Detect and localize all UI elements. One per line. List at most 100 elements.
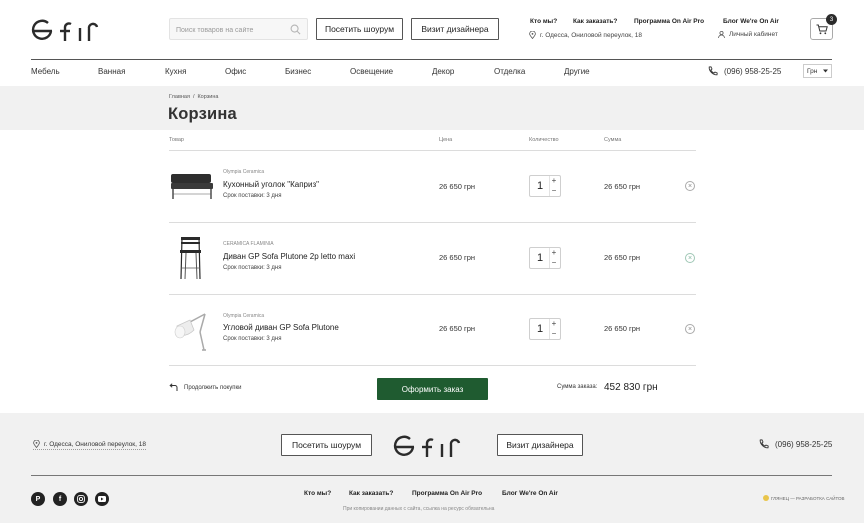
continue-shopping-link[interactable]: Продолжить покупки [169,383,241,392]
site-logo[interactable] [31,14,111,44]
footer-phone[interactable]: (096) 958-25-25 [759,439,832,449]
column-header-quantity: Количество [529,137,559,143]
order-total-label: Сумма заказа: [557,384,598,390]
footer-link-on-air-pro[interactable]: Программа On Air Pro [412,490,482,497]
remove-item-button[interactable]: × [685,324,695,334]
nav-item-lighting[interactable]: Освещение [350,67,393,76]
checkout-button[interactable]: Оформить заказ [377,378,488,400]
visit-showroom-button[interactable]: Посетить шоурум [316,18,403,40]
page-title: Корзина [168,105,237,123]
search-input[interactable] [170,20,285,41]
product-price: 26 650 грн [439,182,476,191]
search-icon[interactable] [290,24,301,35]
top-link-blog[interactable]: Блог We're On Air [723,18,779,25]
page-header-band [0,86,864,130]
quantity-value[interactable]: 1 [537,252,543,264]
nav-item-other[interactable]: Другие [564,67,590,76]
top-link-how-to-order[interactable]: Как заказать? [573,18,617,25]
quantity-increase-button[interactable]: + [550,249,558,257]
product-delivery: Срок поставки: 3 дня [223,265,282,271]
nav-item-decor[interactable]: Декор [432,67,454,76]
quantity-value[interactable]: 1 [537,323,543,335]
remove-item-button[interactable]: × [685,181,695,191]
youtube-icon[interactable] [95,492,109,506]
quantity-stepper[interactable]: 1 + − [529,247,561,269]
top-link-about[interactable]: Кто мы? [530,18,557,25]
return-arrow-icon [169,383,178,391]
user-icon [718,31,725,38]
product-sum: 26 650 грн [604,253,641,262]
product-name[interactable]: Диван GP Sofa Plutone 2p letto maxi [223,252,355,261]
header-phone[interactable]: (096) 958-25-25 [708,66,781,76]
personal-cabinet-link[interactable]: Личный кабинет [718,31,778,38]
footer-visit-showroom-button[interactable]: Посетить шоурум [281,434,372,456]
table-divider [169,222,696,223]
nav-item-furniture[interactable]: Мебель [31,67,60,76]
product-delivery: Срок поставки: 3 дня [223,193,282,199]
footer-phone-number: (096) 958-25-25 [775,439,833,449]
top-link-on-air-pro[interactable]: Программа On Air Pro [634,18,704,25]
footer-link-about[interactable]: Кто мы? [304,490,331,497]
location-pin-icon [529,31,536,39]
table-divider [169,150,696,151]
personal-cabinet-label: Личный кабинет [729,31,778,38]
quantity-stepper[interactable]: 1 + − [529,175,561,197]
product-image-lamp[interactable] [172,308,210,352]
location-pin-icon [33,440,40,448]
product-brand: Olympia Ceramica [223,313,265,319]
currency-value: Грн [807,67,818,75]
product-price: 26 650 грн [439,253,476,262]
column-header-product: Товар [169,137,184,143]
nav-item-business[interactable]: Бизнес [285,67,311,76]
breadcrumb-home[interactable]: Главная [169,94,190,100]
product-price: 26 650 грн [439,324,476,333]
developer-logo-icon [763,495,769,501]
nav-item-office[interactable]: Офис [225,67,246,76]
product-image-corner-bench[interactable] [169,170,215,201]
footer-designer-visit-button[interactable]: Визит дизайнера [497,434,583,456]
continue-shopping-label: Продолжить покупки [184,384,242,391]
search-box[interactable] [169,18,308,41]
quantity-stepper[interactable]: 1 + − [529,318,561,340]
header-address[interactable]: г. Одесса, Ониловой переулок, 18 [529,31,642,39]
quantity-decrease-button[interactable]: − [550,330,558,338]
footer-divider [31,475,832,476]
currency-select[interactable]: Грн [803,64,832,78]
product-image-bar-stool[interactable] [176,236,206,280]
instagram-icon[interactable] [74,492,88,506]
facebook-icon[interactable]: f [53,492,67,506]
table-divider [169,294,696,295]
pinterest-icon[interactable]: P [31,492,45,506]
copyright-notice: При копировании данных с сайта, ссылка н… [343,506,495,512]
nav-item-finishing[interactable]: Отделка [494,67,525,76]
product-name[interactable]: Угловой диван GP Sofa Plutone [223,323,339,332]
column-header-sum: Сумма [604,137,622,143]
close-icon: × [687,254,693,262]
cart-icon [816,24,828,34]
footer-address[interactable]: г. Одесса, Ониловой переулок, 18 [33,440,146,450]
breadcrumb-current: Корзина [197,94,219,100]
close-icon: × [687,182,693,190]
remove-item-button[interactable]: × [685,253,695,263]
footer-logo[interactable] [393,430,473,460]
column-header-price: Цена [439,137,453,143]
footer-link-how-to-order[interactable]: Как заказать? [349,490,393,497]
quantity-increase-button[interactable]: + [550,177,558,185]
nav-item-bathroom[interactable]: Ванная [98,67,125,76]
product-name[interactable]: Кухонный уголок "Каприз" [223,180,319,189]
quantity-value[interactable]: 1 [537,180,543,192]
quantity-increase-button[interactable]: + [550,320,558,328]
product-sum: 26 650 грн [604,324,641,333]
quantity-decrease-button[interactable]: − [550,187,558,195]
header-phone-number: (096) 958-25-25 [724,66,782,76]
designer-visit-button[interactable]: Визит дизайнера [411,18,499,40]
quantity-decrease-button[interactable]: − [550,259,558,267]
nav-item-kitchen[interactable]: Кухня [165,67,186,76]
footer-address-text: г. Одесса, Ониловой переулок, 18 [44,440,146,448]
phone-icon [759,439,769,449]
chevron-down-icon [823,69,828,73]
footer-link-blog[interactable]: Блог We're On Air [502,490,558,497]
cart-count-badge: 3 [826,14,837,25]
developer-credit[interactable]: ГЛЯНЕЦ — РАЗРАБОТКА САЙТОВ [763,495,845,501]
header-divider [31,59,832,60]
